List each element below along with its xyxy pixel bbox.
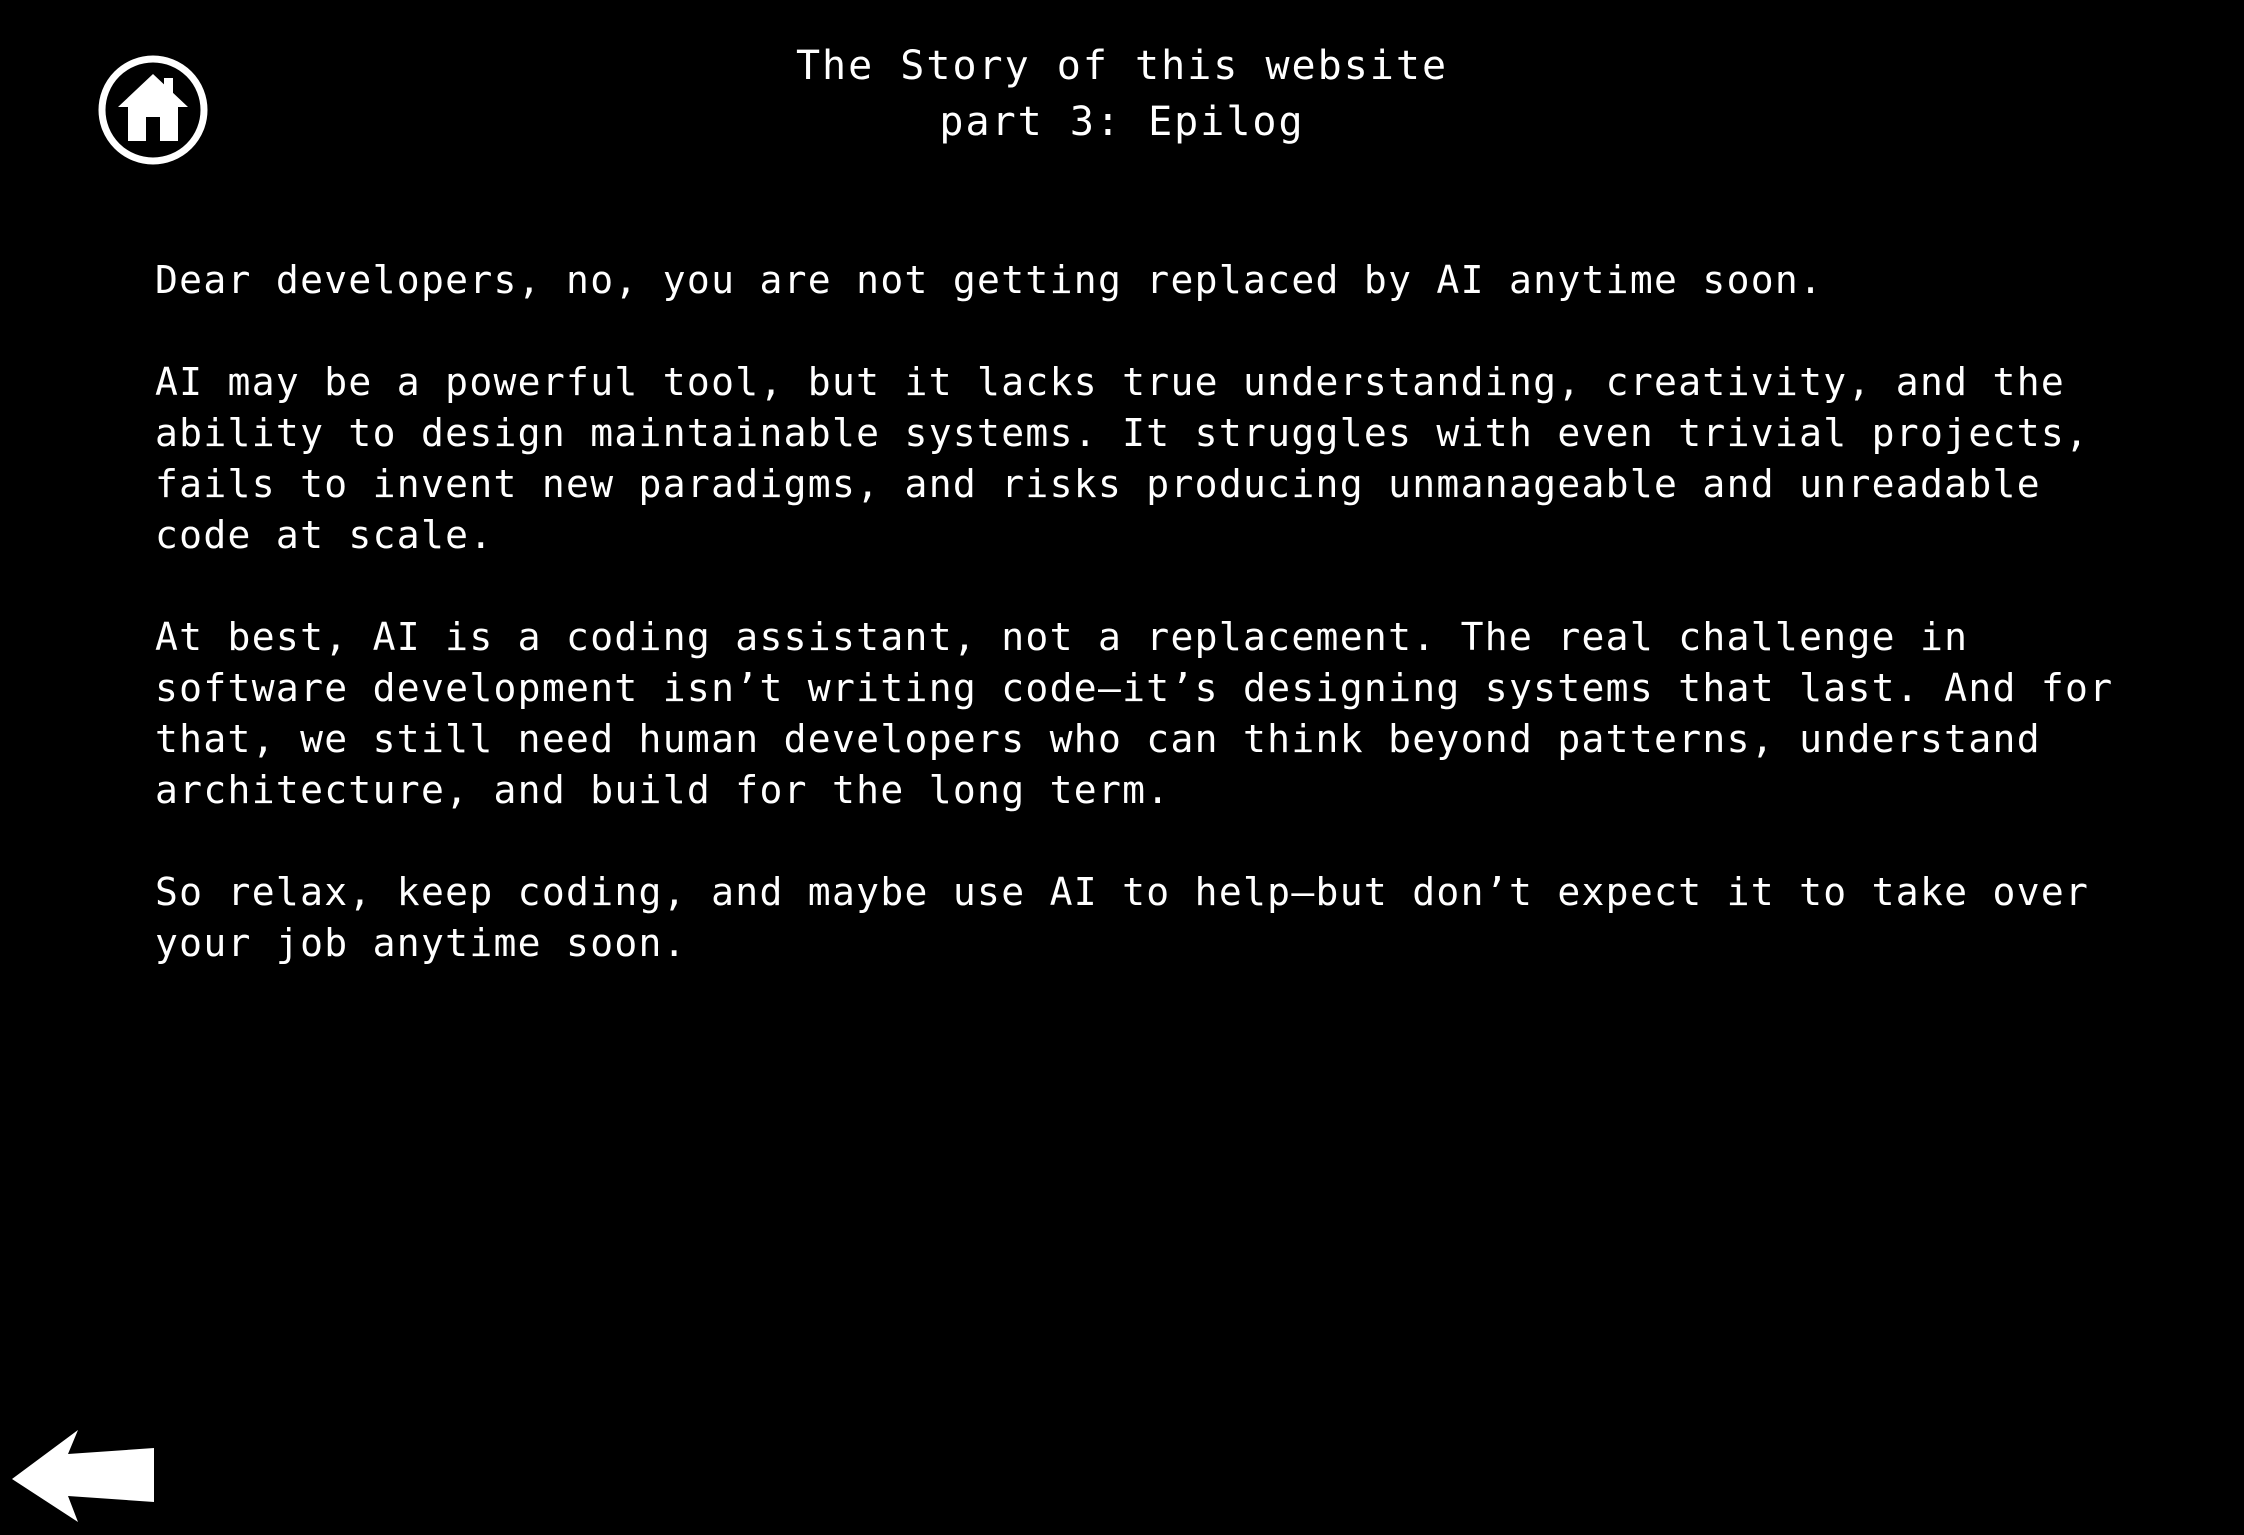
back-button[interactable] (8, 1424, 154, 1526)
page-subtitle: part 3: Epilog (939, 99, 1305, 145)
paragraph-coding-assistant: At best, AI is a coding assistant, not a… (155, 615, 2114, 812)
paragraph-ai-limits: AI may be a powerful tool, but it lacks … (155, 360, 2090, 557)
page-title: The Story of this website (795, 43, 1449, 89)
story-content: Dear developers, no, you are not getting… (155, 255, 2155, 1020)
paragraph-conclusion: So relax, keep coding, and maybe use AI … (155, 870, 2090, 965)
page-header: The Story of this website part 3: Epilog (0, 38, 2244, 150)
paragraph-intro: Dear developers, no, you are not getting… (155, 258, 1824, 302)
page: The Story of this website part 3: Epilog… (0, 0, 2244, 1535)
arrow-left-icon (12, 1430, 154, 1522)
